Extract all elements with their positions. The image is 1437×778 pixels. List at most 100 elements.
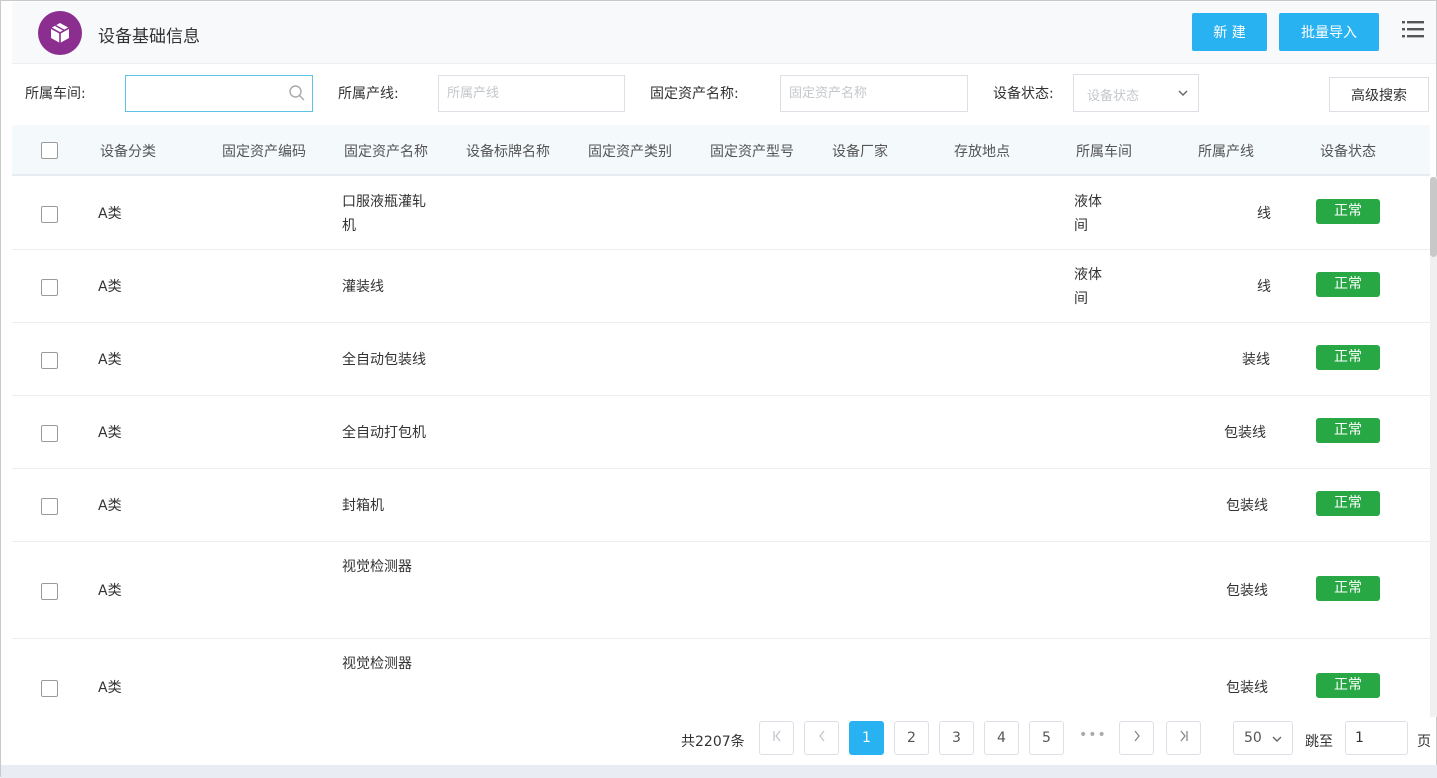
category-cell: A类	[98, 680, 122, 696]
asset-name-cell: 口服液瓶灌轧机	[342, 194, 426, 234]
status-badge: 正常	[1316, 272, 1380, 297]
workshop-filter-input[interactable]	[125, 75, 313, 112]
asset-name-cell: 视觉检测器	[342, 559, 412, 575]
col-location[interactable]: 存放地点	[954, 141, 1010, 161]
asset-name-filter-label: 固定资产名称:	[650, 86, 739, 102]
col-asset-model[interactable]: 固定资产型号	[710, 141, 794, 161]
chevron-down-icon	[1178, 90, 1188, 96]
table-row[interactable]: A类 视觉检测器 包装线 正常	[12, 639, 1430, 717]
category-cell: A类	[98, 206, 122, 222]
table-row[interactable]: A类 口服液瓶灌轧机 液体 间 线 正常	[12, 177, 1430, 250]
line-cell: 包装线	[1226, 680, 1268, 696]
status-filter-label: 设备状态:	[993, 86, 1054, 102]
status-select-placeholder: 设备状态	[1087, 89, 1140, 104]
status-badge: 正常	[1316, 576, 1380, 601]
page-button-1[interactable]: 1	[849, 721, 884, 755]
row-checkbox[interactable]	[41, 680, 58, 697]
category-cell: A类	[98, 279, 122, 295]
total-count: 共2207条	[681, 734, 745, 750]
row-checkbox[interactable]	[41, 425, 58, 442]
jump-page-input[interactable]	[1345, 721, 1408, 755]
line-cell: 装线	[1242, 352, 1270, 368]
col-asset-name[interactable]: 固定资产名称	[344, 141, 428, 161]
asset-name-cell: 灌装线	[342, 279, 384, 295]
col-asset-type[interactable]: 固定资产类别	[588, 141, 672, 161]
workshop-cell: 液体 间	[1074, 194, 1102, 234]
asset-name-filter-input[interactable]	[780, 75, 968, 112]
next-page-button[interactable]	[1119, 721, 1154, 755]
col-line[interactable]: 所属产线	[1198, 141, 1254, 161]
row-checkbox[interactable]	[41, 583, 58, 600]
table-row[interactable]: A类 封箱机 包装线 正常	[12, 469, 1430, 542]
page-unit-label: 页	[1417, 734, 1431, 750]
new-button[interactable]: 新 建	[1192, 13, 1267, 51]
row-checkbox[interactable]	[41, 279, 58, 296]
status-select[interactable]: 设备状态	[1073, 74, 1199, 112]
row-checkbox[interactable]	[41, 498, 58, 515]
first-page-button[interactable]	[759, 721, 794, 755]
line-filter-input[interactable]	[438, 75, 625, 112]
page-button-5[interactable]: 5	[1029, 721, 1064, 755]
line-cell: 包装线	[1226, 583, 1268, 599]
search-icon[interactable]	[288, 84, 306, 102]
prev-page-button[interactable]	[804, 721, 839, 755]
col-category[interactable]: 设备分类	[100, 141, 156, 161]
category-cell: A类	[98, 498, 122, 514]
last-page-icon	[1179, 730, 1188, 742]
table-row[interactable]: A类 全自动打包机 包装线 正常	[12, 396, 1430, 469]
col-plate-name[interactable]: 设备标牌名称	[466, 141, 550, 161]
page-title: 设备基础信息	[98, 27, 200, 47]
page-header: 设备基础信息 新 建 批量导入	[12, 2, 1436, 64]
category-cell: A类	[98, 352, 122, 368]
first-page-icon	[772, 730, 781, 742]
table-row[interactable]: A类 灌装线 液体 间 线 正常	[12, 250, 1430, 323]
batch-import-button[interactable]: 批量导入	[1279, 13, 1379, 51]
line-cell: 线	[1257, 279, 1271, 295]
status-badge: 正常	[1316, 199, 1380, 224]
line-cell: 线	[1257, 206, 1271, 222]
page-size-select[interactable]: 50	[1233, 721, 1293, 755]
page-button-3[interactable]: 3	[939, 721, 974, 755]
advanced-search-button[interactable]: 高级搜索	[1329, 77, 1429, 112]
more-pages-ellipsis[interactable]: •••	[1079, 727, 1107, 743]
workshop-filter-label: 所属车间:	[25, 86, 86, 102]
col-workshop[interactable]: 所属车间	[1076, 141, 1132, 161]
vertical-scrollbar[interactable]	[1430, 177, 1437, 717]
table-row[interactable]: A类 视觉检测器 包装线 正常	[12, 542, 1430, 639]
page-button-2[interactable]: 2	[894, 721, 929, 755]
category-cell: A类	[98, 583, 122, 599]
row-checkbox[interactable]	[41, 352, 58, 369]
chevron-down-icon	[1272, 736, 1282, 742]
asset-name-cell: 全自动打包机	[342, 425, 426, 441]
asset-name-cell: 封箱机	[342, 498, 384, 514]
status-badge: 正常	[1316, 418, 1380, 443]
page-button-4[interactable]: 4	[984, 721, 1019, 755]
status-badge: 正常	[1316, 673, 1380, 698]
bottom-strip	[1, 765, 1437, 778]
cube-logo-icon	[38, 11, 82, 55]
chevron-right-icon	[1133, 730, 1140, 742]
select-all-checkbox[interactable]	[41, 142, 58, 159]
table-row[interactable]: A类 全自动包装线 装线 正常	[12, 323, 1430, 396]
row-checkbox[interactable]	[41, 206, 58, 223]
line-cell: 包装线	[1224, 425, 1266, 441]
status-badge: 正常	[1316, 345, 1380, 370]
jump-to-label: 跳至	[1305, 734, 1333, 750]
col-manufacturer[interactable]: 设备厂家	[832, 141, 888, 161]
app-window: 设备基础信息 新 建 批量导入 所属车间: 所属产线: 固定资产名称: 设备状态…	[0, 0, 1437, 778]
table-header: 设备分类 固定资产编码 固定资产名称 设备标牌名称 固定资产类别 固定资产型号 …	[12, 125, 1430, 176]
scrollbar-thumb[interactable]	[1430, 177, 1437, 257]
filter-bar: 所属车间: 所属产线: 固定资产名称: 设备状态: 设备状态 高级搜索	[12, 64, 1436, 125]
col-asset-code[interactable]: 固定资产编码	[222, 141, 306, 161]
chevron-left-icon	[818, 730, 825, 742]
col-status[interactable]: 设备状态	[1320, 141, 1376, 161]
list-menu-icon[interactable]	[1402, 19, 1424, 39]
workshop-cell: 液体 间	[1074, 267, 1102, 307]
last-page-button[interactable]	[1166, 721, 1201, 755]
page-size-value: 50	[1244, 730, 1262, 746]
pagination: 共2207条 1 2 3 4 5 ••• 50 跳至 页	[1, 717, 1437, 765]
asset-name-cell: 全自动包装线	[342, 352, 426, 368]
status-badge: 正常	[1316, 491, 1380, 516]
line-filter-label: 所属产线:	[338, 86, 399, 102]
category-cell: A类	[98, 425, 122, 441]
